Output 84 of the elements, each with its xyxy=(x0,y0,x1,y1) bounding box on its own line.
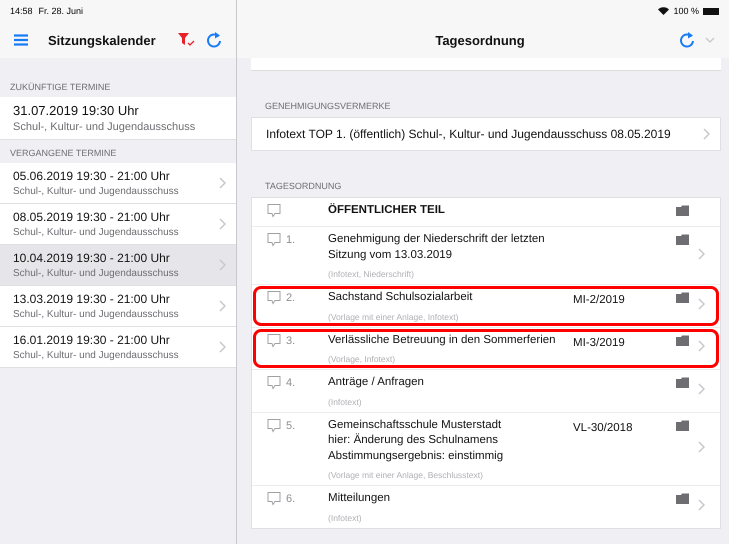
comment-icon[interactable] xyxy=(266,375,282,392)
item-title: Sachstand Schulsozialarbeit xyxy=(328,290,474,306)
section-header: VERGANGENE TERMINE xyxy=(9,147,118,160)
comment-icon[interactable] xyxy=(266,418,282,434)
refresh-icon[interactable] xyxy=(206,31,222,49)
reference-number: MI-3/2019 xyxy=(573,336,625,349)
folder-icon[interactable] xyxy=(676,377,689,388)
chevron-icon xyxy=(698,340,705,352)
folder-icon[interactable] xyxy=(676,334,689,346)
reference-number: MI-2/2019 xyxy=(573,294,625,306)
item-number: 5. xyxy=(286,420,296,432)
refresh-icon[interactable] xyxy=(679,31,695,49)
menu-icon[interactable] xyxy=(14,34,28,46)
meeting-date: 16.01.2019 19:30 - 21:00 Uhr xyxy=(13,333,171,347)
meeting-date: 13.03.2019 19:30 - 21:00 Uhr xyxy=(13,292,171,306)
filter-icon[interactable] xyxy=(178,33,196,47)
meeting-date: 05.06.2019 19:30 - 21:00 Uhr xyxy=(13,169,171,183)
battery-text: 100 % xyxy=(673,6,699,16)
status-time: 14:58 xyxy=(10,6,33,16)
item-title: Anträge / Anfragen xyxy=(328,375,425,390)
comment-icon[interactable] xyxy=(266,232,282,248)
committee-name: Schul-, Kultur- und Jugendausschuss xyxy=(13,309,180,320)
agenda-item[interactable]: 2. Sachstand Schulsozialarbeit (Vorlage mit einer Anlage, Infotext) MI-2/2019 xyxy=(252,285,720,328)
chevron-icon xyxy=(698,382,705,395)
item-number: 3. xyxy=(286,334,296,347)
folder-icon[interactable] xyxy=(676,234,689,245)
agenda-item[interactable]: 4. Anträge / Anfragen (Infotext) xyxy=(252,370,720,413)
wifi-icon xyxy=(658,7,670,15)
meeting-item[interactable]: 31.07.2019 19:30 Uhr Schul-, Kultur- und Jugendausschuss xyxy=(0,97,236,140)
folder-icon[interactable] xyxy=(676,205,689,216)
item-title: Verlässliche Betreuung in den Sommerferien xyxy=(328,332,557,348)
committee-name: Schul-, Kultur- und Jugendausschuss xyxy=(13,186,180,197)
folder-icon[interactable] xyxy=(676,420,689,431)
comment-icon[interactable] xyxy=(266,491,282,508)
chevron-icon xyxy=(698,498,705,511)
meeting-date: 31.07.2019 19:30 Uhr xyxy=(13,103,140,118)
agenda-item[interactable]: 3. Verlässliche Betreuung in den Sommerferien (Vorlage, Infotext) MI-3/2019 xyxy=(252,328,720,370)
sidebar-title: Sitzungskalender xyxy=(48,32,157,48)
committee-name: Schul-, Kultur- und Jugendausschuss xyxy=(13,350,180,361)
section-header: ZUKÜNFTIGE TERMINE xyxy=(9,81,112,94)
meeting-item[interactable]: 05.06.2019 19:30 - 21:00 Uhr Schul-, Kultur- und Jugendausschuss xyxy=(0,163,236,204)
section-title: ÖFFENTLICHER TEIL xyxy=(328,203,446,218)
comment-icon[interactable] xyxy=(266,203,282,219)
item-number: 4. xyxy=(286,377,296,390)
section-header: GENEHMIGUNGSVERMERKE xyxy=(264,100,392,113)
chevron-icon xyxy=(698,440,705,453)
committee-name: Schul-, Kultur- und Jugendausschuss xyxy=(13,268,180,279)
comment-icon[interactable] xyxy=(266,290,282,306)
folder-icon[interactable] xyxy=(676,493,689,504)
item-details: (Vorlage mit einer Anlage, Infotext) xyxy=(328,312,460,322)
item-details: (Vorlage mit einer Anlage, Beschlusstext) xyxy=(328,470,484,480)
item-title: Mitteilungen xyxy=(328,491,392,506)
item-number: 1. xyxy=(286,234,296,246)
item-title: Gemeinschaftsschule Musterstadt hier: Änderung des Schulnamens Abstimmungsergebnis: einstimmig xyxy=(328,418,504,464)
chevron-icon xyxy=(698,248,705,260)
meeting-date: 08.05.2019 19:30 - 21:00 Uhr xyxy=(13,210,171,224)
approval-item[interactable]: Infotext TOP 1. (öffentlich) Schul-, Kultur- und Jugendausschuss 08.05.2019 xyxy=(252,118,720,150)
item-details: (Infotext) xyxy=(328,512,363,523)
item-details: (Infotext) xyxy=(328,396,363,407)
folder-icon[interactable] xyxy=(676,292,689,304)
detail-title: Tagesordnung xyxy=(434,32,526,48)
meeting-item[interactable]: 16.01.2019 19:30 - 21:00 Uhr Schul-, Kultur- und Jugendausschuss xyxy=(0,327,236,368)
item-details: (Vorlage, Infotext) xyxy=(328,354,396,364)
item-title: Genehmigung der Niederschrift der letzten Sitzung vom 13.03.2019 xyxy=(328,232,546,263)
agenda-item[interactable]: 5. Gemeinschaftsschule Musterstadt hier: Änderung des Schulnamens Abstimmungsergebnis: einstimmig (Vorlage mit einer Anlage, Beschlusstext) VL-30/2018 xyxy=(252,412,720,486)
status-date: Fr. 28. Juni xyxy=(38,6,84,16)
chevron-icon xyxy=(698,298,705,310)
item-details: (Infotext, Niederschrift) xyxy=(328,269,415,280)
battery-icon xyxy=(703,8,719,14)
meeting-item[interactable]: 08.05.2019 19:30 - 21:00 Uhr Schul-, Kultur- und Jugendausschuss xyxy=(0,204,236,245)
item-number: 2. xyxy=(286,292,296,304)
committee-name: Schul-, Kultur- und Jugendausschuss xyxy=(13,227,180,238)
meeting-item[interactable]: 13.03.2019 19:30 - 21:00 Uhr Schul-, Kultur- und Jugendausschuss xyxy=(0,286,236,327)
chevron-icon xyxy=(703,128,710,140)
agenda-item[interactable]: 1. Genehmigung der Niederschrift der letzten Sitzung vom 13.03.2019 (Infotext, Niederschrift) xyxy=(252,227,720,286)
section-header: TAGESORDNUNG xyxy=(264,180,342,193)
comment-icon[interactable] xyxy=(266,332,282,349)
committee-name: Schul-, Kultur- und Jugendausschuss xyxy=(13,121,196,133)
reference-number: VL-30/2018 xyxy=(573,422,632,434)
agenda-item[interactable]: ÖFFENTLICHER TEIL xyxy=(252,198,720,227)
meeting-date: 10.04.2019 19:30 - 21:00 Uhr xyxy=(13,251,171,265)
item-number: 6. xyxy=(286,493,296,506)
meeting-item[interactable]: 10.04.2019 19:30 - 21:00 Uhr Schul-, Kultur- und Jugendausschuss xyxy=(0,245,236,286)
agenda-item[interactable]: 6. Mitteilungen (Infotext) xyxy=(252,486,720,528)
